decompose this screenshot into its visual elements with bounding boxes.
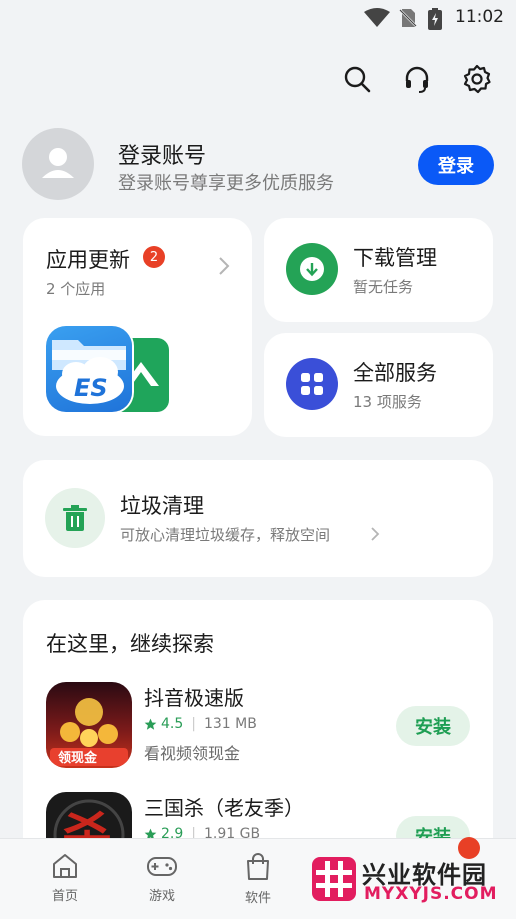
app-name: 抖音极速版	[144, 686, 244, 710]
watermark-url: MYXYJS.COM	[364, 884, 498, 904]
battery-charging-icon	[428, 8, 442, 30]
app-size: 131 MB	[203, 716, 257, 732]
support-button[interactable]	[400, 62, 434, 96]
nav-games-label: 游戏	[148, 889, 175, 904]
nav-home-label: 首页	[51, 889, 78, 904]
trash-icon	[63, 505, 87, 531]
explore-card: 在这里，继续探索 领现金 抖音极速版 4.5 | 131 MB 看视频领现金 安…	[23, 600, 493, 860]
watermark-logo	[312, 857, 356, 901]
no-sim-icon	[399, 9, 417, 27]
app-icon-es-file-explorer: ES	[46, 326, 132, 412]
settings-button[interactable]	[460, 62, 494, 96]
nav-games[interactable]: 游戏	[132, 853, 192, 904]
app-update-card[interactable]: 应用更新 2 2 个应用 ES	[23, 218, 252, 436]
nav-software[interactable]: 软件	[228, 853, 288, 906]
download-icon	[300, 257, 324, 281]
gamepad-icon	[147, 857, 177, 876]
chevron-right-icon	[219, 257, 230, 275]
headset-icon	[405, 66, 429, 93]
app-name: 三国杀（老友季）	[144, 796, 304, 820]
services-title: 全部服务	[353, 361, 437, 385]
app-update-title: 应用更新	[46, 248, 130, 272]
status-bar: 11:02	[0, 0, 516, 36]
app-meta: 4.5 | 131 MB	[144, 716, 257, 732]
account-title[interactable]: 登录账号	[118, 138, 206, 170]
list-item[interactable]: 领现金 抖音极速版 4.5 | 131 MB 看视频领现金 安装	[46, 682, 470, 772]
services-subtitle: 13 项服务	[353, 393, 422, 411]
download-title: 下载管理	[353, 246, 437, 270]
explore-title: 在这里，继续探索	[46, 632, 214, 656]
all-services-card[interactable]: 全部服务 13 项服务	[264, 333, 493, 437]
top-actions	[340, 62, 494, 96]
account-subtitle: 登录账号尊享更多优质服务	[118, 173, 334, 194]
app-rating: 4.5	[161, 716, 184, 732]
grid-icon	[301, 373, 323, 395]
search-button[interactable]	[340, 62, 374, 96]
wifi-icon	[364, 8, 390, 27]
update-count-badge: 2	[143, 246, 165, 268]
download-subtitle: 暂无任务	[353, 278, 414, 296]
star-icon	[144, 718, 157, 730]
install-button[interactable]: 安装	[396, 706, 470, 746]
douyin-icon-label: 领现金	[58, 750, 98, 766]
meta-divider: |	[191, 716, 196, 732]
avatar[interactable]	[22, 128, 94, 200]
app-icon-douyin-lite: 领现金	[46, 682, 132, 768]
junk-cleanup-card[interactable]: 垃圾清理 可放心清理垃圾缓存，释放空间	[23, 460, 493, 577]
douyin-coins-icon: 领现金	[50, 698, 128, 766]
search-icon	[344, 66, 371, 93]
gear-icon	[463, 64, 491, 94]
download-icon-circle	[286, 243, 338, 295]
download-management-card[interactable]: 下载管理 暂无任务	[264, 218, 493, 322]
watermark: 兴业软件园 MYXYJS.COM	[312, 853, 514, 905]
trash-icon-circle	[45, 488, 105, 548]
home-icon	[53, 854, 77, 878]
shopping-bag-icon	[247, 853, 269, 880]
nav-software-label: 软件	[244, 891, 271, 906]
user-icon	[42, 148, 74, 178]
services-icon-circle	[286, 358, 338, 410]
chevron-right-icon	[371, 527, 380, 541]
clock: 11:02	[455, 7, 504, 27]
cleanup-title: 垃圾清理	[120, 494, 204, 518]
app-update-subtitle: 2 个应用	[46, 280, 106, 298]
login-button[interactable]: 登录	[418, 145, 494, 185]
es-folder-icon: ES	[52, 340, 126, 404]
cleanup-subtitle: 可放心清理垃圾缓存，释放空间	[120, 526, 331, 544]
es-logo-text: ES	[74, 374, 108, 402]
nav-home[interactable]: 首页	[35, 853, 95, 904]
app-description: 看视频领现金	[144, 744, 241, 763]
account-section: 登录账号 登录账号尊享更多优质服务 登录	[22, 128, 494, 202]
